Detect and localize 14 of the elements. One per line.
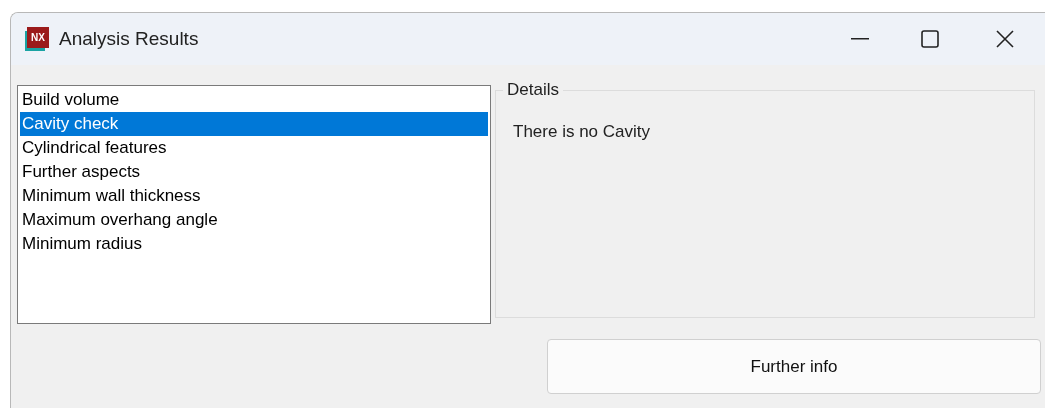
list-item[interactable]: Cylindrical features [20, 136, 488, 160]
list-item[interactable]: Minimum wall thickness [20, 184, 488, 208]
list-item[interactable]: Maximum overhang angle [20, 208, 488, 232]
window-title: Analysis Results [59, 26, 199, 51]
details-text: There is no Cavity [513, 122, 650, 141]
minimize-icon [851, 38, 869, 40]
list-item[interactable]: Further aspects [20, 160, 488, 184]
list-item[interactable]: Build volume [20, 88, 488, 112]
app-logo-icon: NX [25, 27, 49, 51]
list-item[interactable]: Minimum radius [20, 232, 488, 256]
list-item[interactable]: Cavity check [20, 112, 488, 136]
close-icon [996, 30, 1014, 48]
maximize-icon [921, 30, 939, 48]
further-info-button[interactable]: Further info [547, 339, 1041, 394]
